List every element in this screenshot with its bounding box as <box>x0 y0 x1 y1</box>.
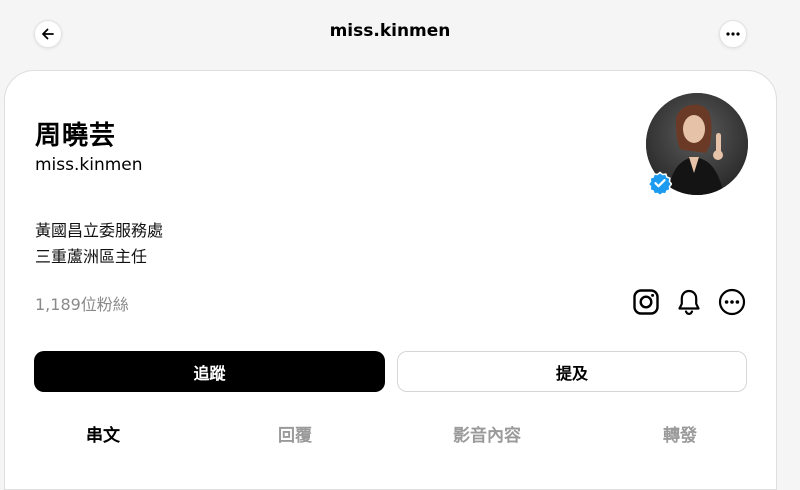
username[interactable]: miss.kinmen <box>35 155 143 175</box>
ellipsis-circle-icon[interactable] <box>717 287 747 317</box>
bio-line: 黃國昌立委服務處 <box>35 221 164 240</box>
top-bar: miss.kinmen <box>0 0 800 68</box>
tab-media[interactable]: 影音內容 <box>392 421 582 446</box>
tab-threads[interactable]: 串文 <box>8 421 198 446</box>
profile-tabs: 串文 回覆 影音內容 轉發 <box>5 421 778 451</box>
follower-count[interactable]: 1,189位粉絲 <box>35 291 129 315</box>
instagram-icon[interactable] <box>631 287 661 317</box>
ellipsis-icon <box>726 32 740 36</box>
page-title: miss.kinmen <box>329 21 451 41</box>
more-options-button[interactable] <box>719 20 747 48</box>
verified-badge-icon <box>647 171 673 197</box>
tab-reposts[interactable]: 轉發 <box>585 421 775 446</box>
bell-icon[interactable] <box>674 287 704 317</box>
profile-card: 周曉芸 miss.kinmen 黃國昌立委服務處 三重蘆洲區主任 1,189位粉 <box>4 70 777 490</box>
display-name: 周曉芸 <box>35 121 117 151</box>
tab-replies[interactable]: 回覆 <box>200 421 390 446</box>
follow-button[interactable]: 追蹤 <box>34 351 385 392</box>
bio-line: 三重蘆洲區主任 <box>35 247 148 266</box>
mention-button[interactable]: 提及 <box>397 351 747 392</box>
